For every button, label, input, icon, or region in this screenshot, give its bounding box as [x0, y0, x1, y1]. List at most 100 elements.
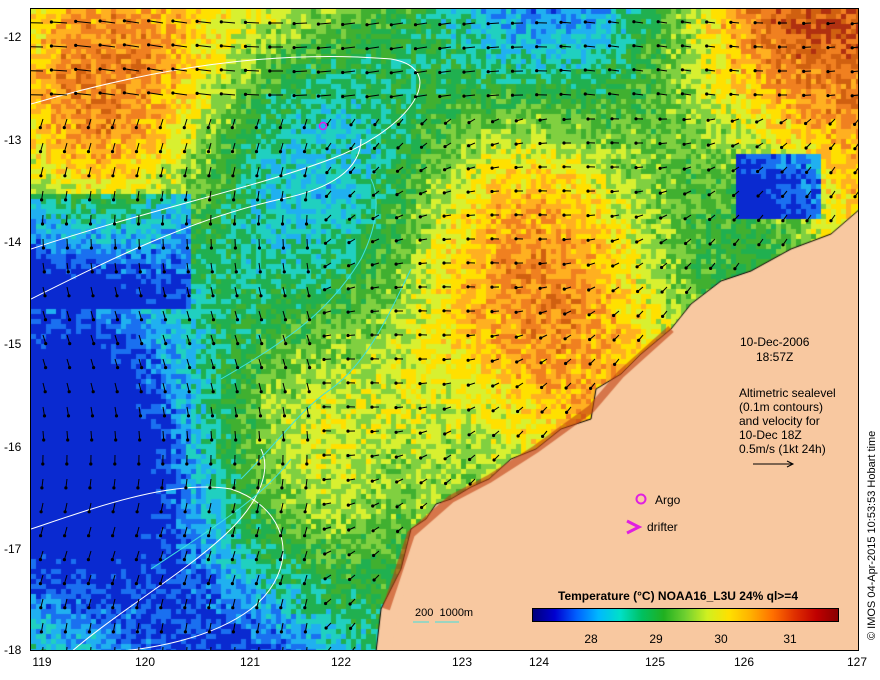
velocity-arrow-head [486, 94, 490, 98]
velocity-arrow [210, 646, 212, 650]
velocity-arrow-head [490, 213, 494, 217]
velocity-arrow-head [279, 606, 283, 610]
velocity-arrow-head [40, 222, 45, 226]
velocity-arrow [366, 70, 380, 74]
velocity-arrow-head [234, 414, 239, 418]
velocity-arrow-head [171, 91, 175, 95]
velocity-arrow-head [608, 44, 612, 48]
velocity-arrow-head [467, 144, 471, 148]
velocity-arrow-head [65, 246, 69, 250]
velocity-arrow-head [49, 44, 53, 48]
velocity-arrow-head [212, 366, 216, 370]
velocity-arrow-head [583, 20, 587, 24]
velocity-arrow [439, 94, 452, 97]
velocity-arrow-head [541, 434, 545, 438]
velocity-arrow-head [284, 366, 288, 370]
velocity-arrow-head [183, 510, 187, 514]
velocity-arrow-head [234, 438, 238, 442]
velocity-arrow-head [608, 92, 612, 96]
velocity-arrow-head [442, 261, 446, 265]
velocity-arrow-head [304, 486, 308, 490]
velocity-arrow-head [610, 165, 614, 169]
velocity-arrow-head [90, 270, 94, 274]
velocity-arrow-head [538, 189, 542, 193]
velocity-arrow-head [348, 577, 352, 582]
velocity-arrow-head [562, 238, 566, 242]
velocity-arrow-head [826, 22, 830, 26]
velocity-arrow-head [212, 342, 216, 346]
velocity-arrow-head [395, 193, 399, 197]
velocity-arrow-head [802, 69, 806, 73]
velocity-arrow-head [490, 166, 494, 170]
velocity-arrow-head [394, 333, 398, 337]
velocity-arrow-head [92, 366, 96, 370]
velocity-arrow-head [38, 126, 42, 130]
velocity-arrow-head [510, 69, 515, 73]
velocity-arrow-head [322, 502, 326, 506]
velocity-arrow [463, 70, 476, 73]
velocity-arrow-head [257, 462, 261, 466]
velocity-arrow-head [706, 143, 710, 147]
velocity-arrow-head [182, 126, 186, 130]
velocity-arrow-head [89, 246, 93, 250]
velocity-arrow-head [756, 169, 760, 174]
velocity-arrow-head [303, 606, 307, 610]
velocity-arrow-head [538, 165, 542, 169]
velocity-arrow-head [307, 318, 312, 322]
velocity-arrow-head [322, 527, 326, 531]
velocity-arrow-head [732, 218, 736, 222]
velocity-arrow-head [490, 237, 494, 241]
velocity-arrow-head [43, 318, 48, 322]
velocity-arrow-head [346, 478, 350, 482]
velocity-arrow-head [64, 486, 68, 490]
velocity-arrow-head [466, 334, 470, 338]
velocity-arrow [221, 93, 236, 96]
velocity-arrow-head [753, 21, 757, 25]
velocity-arrow-head [135, 534, 139, 538]
velocity-arrow-head [660, 290, 664, 294]
velocity-arrow-head [659, 241, 663, 245]
velocity-arrow-head [656, 20, 660, 24]
velocity-arrow-head [207, 510, 211, 514]
velocity-arrow [100, 20, 116, 24]
velocity-arrow-head [779, 121, 783, 125]
velocity-arrow-head [510, 45, 515, 49]
velocity-arrow-head [303, 510, 307, 514]
velocity-arrow-head [371, 240, 375, 244]
velocity-arrow-head [114, 414, 119, 418]
colorbar-tick: 29 [649, 632, 663, 646]
velocity-arrow-head [394, 455, 398, 459]
velocity-arrow-head [323, 241, 328, 245]
velocity-arrow-head [853, 195, 857, 199]
velocity-arrow-head [538, 213, 542, 217]
velocity-arrow-head [683, 217, 687, 221]
velocity-arrow-head [243, 44, 248, 49]
velocity-arrow-head [418, 261, 422, 266]
velocity-arrow-head [395, 505, 399, 509]
velocity-arrow-head [258, 414, 263, 418]
velocity-arrow-head [729, 68, 733, 72]
velocity-arrow-head [89, 462, 93, 466]
velocity-arrow-head [389, 47, 393, 51]
velocity-arrow-head [777, 45, 782, 49]
velocity-arrow-head [634, 190, 638, 194]
velocity-arrow-head [304, 222, 309, 226]
velocity-arrow-head [564, 361, 568, 366]
velocity-arrow-head [186, 438, 190, 442]
velocity-arrow-head [490, 334, 494, 338]
velocity-arrow-head [757, 243, 761, 247]
velocity-arrow-head [233, 246, 237, 250]
velocity-arrow-head [158, 558, 162, 562]
velocity-arrow [172, 92, 188, 96]
velocity-arrow-head [514, 165, 518, 170]
velocity-arrow-head [444, 481, 448, 486]
velocity-arrow-head [219, 92, 223, 96]
velocity-arrow [75, 92, 92, 96]
velocity-arrow-head [283, 294, 287, 298]
velocity-arrow [318, 70, 332, 73]
velocity-arrow-head [346, 429, 350, 433]
velocity-arrow-head [559, 44, 563, 48]
velocity-arrow-head [729, 20, 733, 24]
velocity-arrow-head [283, 390, 287, 394]
velocity-arrow-head [490, 310, 494, 314]
